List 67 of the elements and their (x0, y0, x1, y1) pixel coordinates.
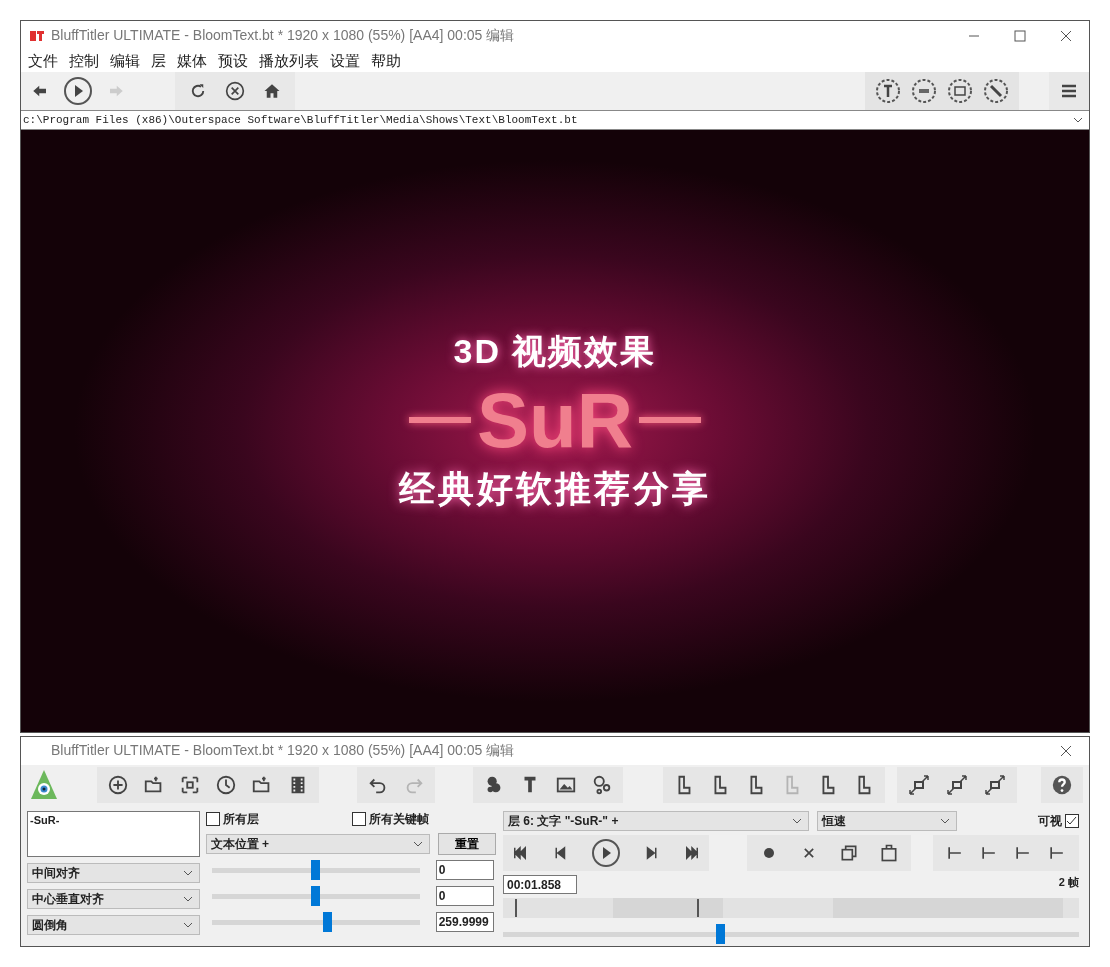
caret-icon (412, 841, 423, 847)
home-icon[interactable] (263, 82, 281, 100)
copy-icon[interactable] (839, 843, 859, 863)
layer-dropdown[interactable]: 层 6: 文字 "-SuR-" + (503, 811, 809, 831)
menu-item[interactable]: 帮助 (371, 51, 401, 71)
slider-thumb[interactable] (323, 912, 333, 932)
stop-circle-icon[interactable] (225, 81, 245, 101)
slider-thumb[interactable] (311, 860, 321, 880)
menu-item[interactable]: 控制 (69, 51, 99, 71)
dashed-text-icon[interactable] (875, 78, 901, 104)
alignment-dropdown[interactable]: 中心垂直对齐 (27, 889, 200, 909)
circles-icon[interactable] (591, 774, 613, 796)
property-dropdown[interactable]: 文本位置 + (205, 834, 430, 854)
path-field[interactable]: c:\Program Files (x86)\Outerspace Software\BluffTitler\Media\Shows\Text\BloomText.bt (21, 110, 1089, 130)
all-keyframes-checkbox[interactable]: 所有关键帧 (352, 810, 429, 828)
caret-icon (182, 922, 193, 928)
menu-item[interactable]: 媒体 (177, 51, 207, 71)
visible-checkbox[interactable]: 可视 (1038, 812, 1079, 830)
refresh-icon[interactable] (189, 82, 207, 100)
play-icon[interactable] (591, 838, 621, 868)
checkbox[interactable] (352, 812, 366, 826)
add-circle-icon[interactable] (107, 774, 129, 796)
glow-dash (639, 416, 701, 423)
menu-item[interactable]: 预设 (218, 51, 248, 71)
menu-icon[interactable] (1061, 84, 1077, 98)
preview-subtitle-text: 经典好软推荐分享 (399, 466, 711, 511)
paste-icon[interactable] (879, 843, 899, 863)
window-title: BluffTitler ULTIMATE - BloomText.bt * 1920 x 1080 (55%) [AA4] 00:05 编辑 (51, 26, 516, 45)
keyframe-marker[interactable] (515, 899, 517, 917)
menu-item[interactable]: 文件 (28, 51, 58, 71)
clock-icon[interactable] (215, 774, 237, 796)
skip-end-icon[interactable] (683, 844, 701, 862)
frame-icon[interactable] (179, 774, 201, 796)
skip-start-icon[interactable] (511, 844, 529, 862)
play-icon[interactable] (63, 76, 93, 106)
preview-logo-text: SuR (477, 380, 633, 459)
menu-item[interactable]: 设置 (330, 51, 360, 71)
dashed-image-icon[interactable] (947, 78, 973, 104)
reset-button[interactable]: 重置 (437, 833, 496, 855)
window-title: BluffTitler ULTIMATE - BloomText.bt * 1920 x 1080 (55%) [AA4] 00:05 编辑 (50, 742, 516, 760)
caret-icon (182, 896, 193, 902)
caret-icon (792, 818, 802, 824)
menu-item[interactable]: 编辑 (110, 51, 140, 71)
value-field[interactable]: 0 (435, 886, 494, 906)
preview-title-text: 3D 视频效果 (453, 330, 657, 372)
menu-item[interactable]: 层 (151, 51, 166, 71)
eye-pyramid-logo-icon[interactable] (29, 769, 59, 801)
alignment-dropdown[interactable]: 圆倒角 (27, 915, 200, 935)
dropdown-caret-icon[interactable] (1073, 117, 1083, 123)
app-logo-icon (29, 28, 45, 43)
keyframe-marker[interactable] (697, 899, 699, 917)
caret-icon (940, 818, 950, 824)
speed-dropdown[interactable]: 恒速 (817, 811, 957, 831)
time-field[interactable]: 00:01.858 (503, 875, 577, 894)
frame-count-label: 2 帧 (1058, 875, 1079, 890)
value-field[interactable]: 0 (435, 860, 494, 880)
slider-thumb[interactable] (311, 886, 321, 906)
value-field[interactable]: 259.9999 (435, 912, 494, 932)
time-slider-thumb[interactable] (715, 924, 725, 944)
checkbox[interactable] (1065, 814, 1079, 828)
menu-item[interactable]: 播放列表 (259, 51, 319, 71)
text-input-field[interactable]: -SuR- (27, 811, 200, 857)
alignment-dropdown[interactable]: 中间对齐 (27, 863, 200, 883)
help-icon[interactable] (1051, 774, 1073, 796)
checkbox[interactable] (205, 812, 220, 826)
all-layers-checkbox[interactable]: 所有层 (205, 810, 259, 828)
caret-icon (182, 870, 193, 876)
